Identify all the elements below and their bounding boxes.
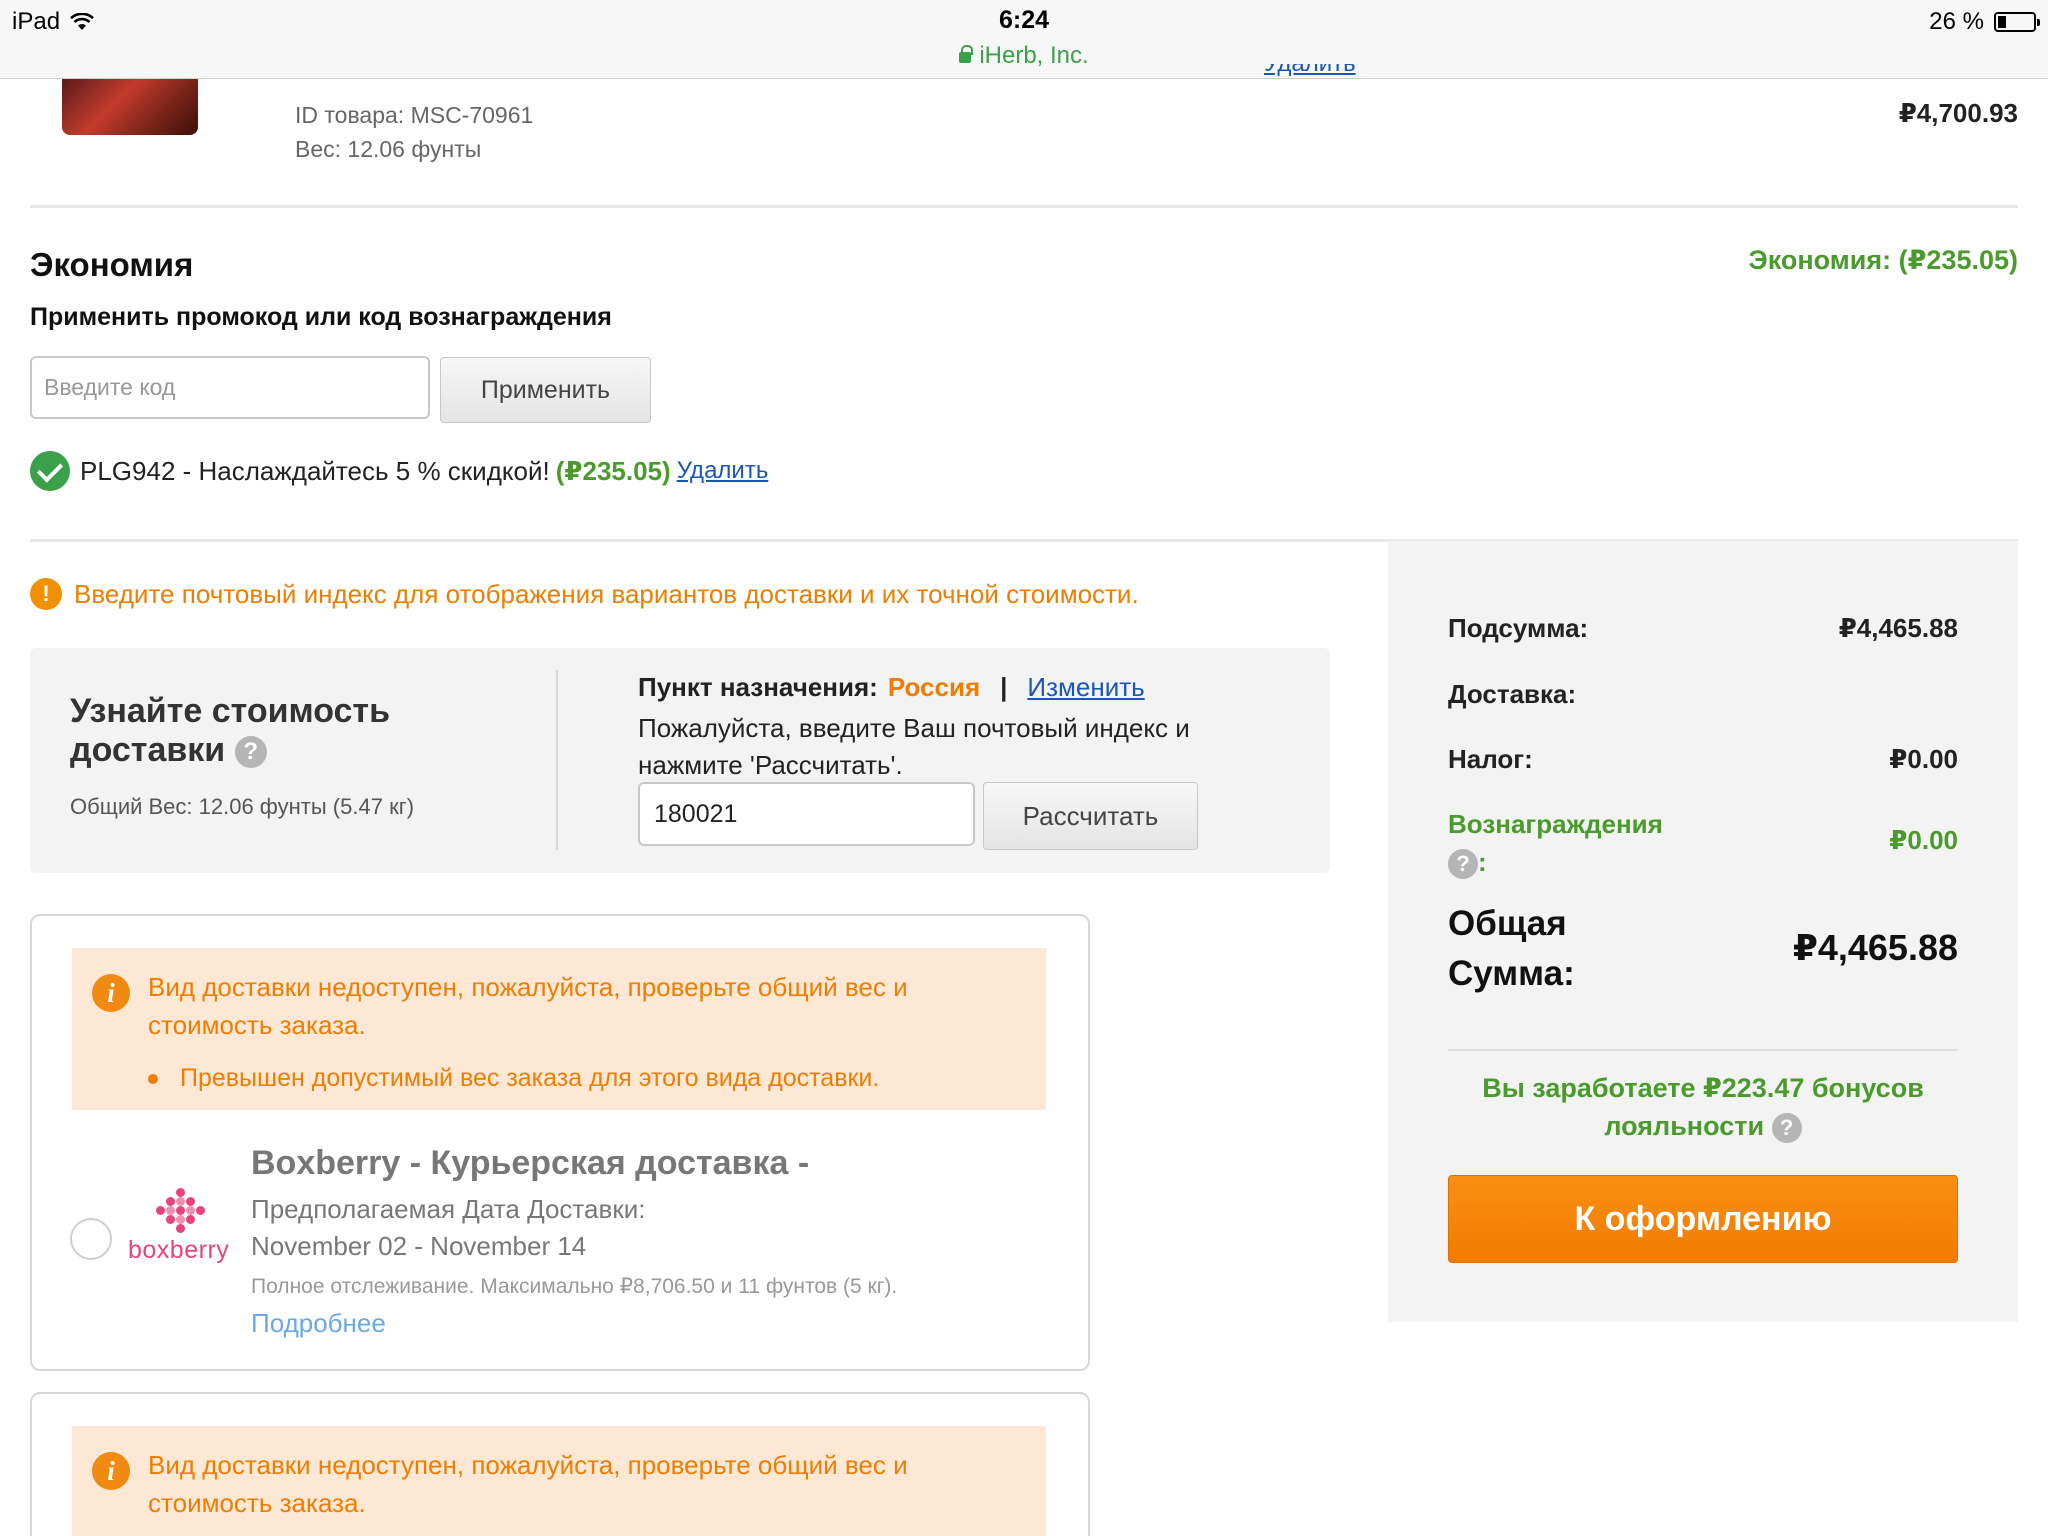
- applied-promo-text: PLG942 - Наслаждайтесь 5 % скидкой!: [80, 455, 550, 486]
- savings-total-label: Экономия:: [1748, 245, 1892, 275]
- subtotal-value: ₽4,465.88: [1838, 613, 1958, 643]
- bullet-icon: [148, 1073, 158, 1084]
- calculate-button[interactable]: Рассчитать: [983, 782, 1198, 850]
- vertical-divider: [556, 670, 558, 850]
- rewards-row: Вознаграждения ?: ₽0.00: [1448, 805, 1958, 881]
- loyalty-text: Вы заработаете ₽223.47 бонусов лояльност…: [1482, 1073, 1924, 1141]
- total-row: Общая Сумма: ₽4,465.88: [1448, 899, 1958, 999]
- divider: [30, 205, 2018, 208]
- destination-country: Россия: [887, 672, 981, 702]
- product-weight-cut: [1928, 64, 2018, 78]
- rewards-label: Вознаграждения: [1448, 809, 1663, 839]
- status-bar: iPad 6:24 iHerb, Inc. 26 %: [0, 0, 2048, 79]
- battery-icon: [1994, 12, 2040, 32]
- shipping-option-card: i Вид доставки недоступен, пожалуйста, п…: [30, 1392, 1090, 1536]
- shipping-calculator: Узнайте стоимость доставки ? Общий Вес: …: [30, 648, 1330, 873]
- savings-total-value: (₽235.05): [1898, 245, 2018, 275]
- product-id: ID товара: MSC-70961: [295, 102, 534, 128]
- zip-instructions: Пожалуйста, введите Ваш почтовый индекс …: [638, 713, 1190, 780]
- more-details-link[interactable]: Подробнее: [251, 1308, 386, 1339]
- boxberry-dots-icon: [156, 1188, 206, 1234]
- lock-icon: [959, 45, 974, 63]
- zip-warning: ! Введите почтовый индекс для отображени…: [30, 578, 1139, 610]
- promo-label: Применить промокод или код вознаграждени…: [30, 303, 612, 331]
- savings-total: Экономия: (₽235.05): [1749, 245, 2019, 276]
- help-icon[interactable]: ?: [1448, 849, 1478, 880]
- total-weight: Общий Вес: 12.06 фунты (5.47 кг): [70, 794, 415, 819]
- tax-row: Налог: ₽0.00: [1448, 744, 1958, 775]
- tracking-info: Полное отслеживание. Максимально ₽8,706.…: [251, 1275, 898, 1298]
- site-name: iHerb, Inc.: [979, 42, 1089, 69]
- promo-code-input[interactable]: [30, 356, 430, 419]
- shipping-label: Доставка:: [1448, 679, 1577, 709]
- unavailable-alert: i Вид доставки недоступен, пожалуйста, п…: [72, 1426, 1046, 1536]
- remove-promo-link[interactable]: Удалить: [677, 457, 769, 485]
- product-price: ₽4,700.93: [1898, 98, 2018, 128]
- zip-warning-text: Введите почтовый индекс для отображения …: [74, 578, 1139, 609]
- shipping-calc-title-text: Узнайте стоимость доставки: [70, 692, 390, 769]
- info-icon: i: [92, 1452, 130, 1490]
- battery-percent: 26 %: [1929, 8, 1984, 35]
- boxberry-logo: boxberry: [128, 1188, 232, 1268]
- destination-label: Пункт назначения:: [638, 672, 878, 702]
- shipping-option-radio[interactable]: [70, 1218, 112, 1260]
- tax-label: Налог:: [1448, 744, 1533, 774]
- zip-code-input[interactable]: [638, 782, 975, 846]
- eta-label: Предполагаемая Дата Доставки:: [251, 1194, 646, 1224]
- destination: Пункт назначения: Россия | Изменить: [638, 672, 1145, 703]
- clock: 6:24: [998, 6, 1050, 34]
- subtotal-row: Подсумма: ₽4,465.88: [1448, 613, 1958, 644]
- alert-text: Вид доставки недоступен, пожалуйста, про…: [148, 972, 908, 1040]
- applied-promo-amount: (₽235.05): [555, 455, 671, 486]
- info-icon: i: [92, 974, 130, 1012]
- alert-text: Вид доставки недоступен, пожалуйста, про…: [148, 1450, 908, 1518]
- order-summary: Подсумма: ₽4,465.88 Доставка: Налог: ₽0.…: [1388, 541, 2018, 1322]
- alert-bullet-text: Превышен допустимый вес заказа для этого…: [180, 1064, 880, 1092]
- subtotal-label: Подсумма:: [1448, 613, 1589, 643]
- help-icon[interactable]: ?: [1771, 1112, 1802, 1143]
- shipping-row: Доставка:: [1448, 679, 1958, 710]
- boxberry-wordmark: boxberry: [128, 1236, 230, 1264]
- eta-dates: November 02 - November 14: [251, 1231, 587, 1261]
- unavailable-alert: i Вид доставки недоступен, пожалуйста, п…: [72, 948, 1046, 1110]
- exclamation-icon: !: [30, 578, 62, 610]
- product-weight: Вес: 12.06 фунты: [295, 136, 482, 162]
- loyalty-bonus: Вы заработаете ₽223.47 бонусов лояльност…: [1448, 1069, 1958, 1145]
- total-value: ₽4,465.88: [1792, 927, 1958, 968]
- applied-promo: PLG942 - Наслаждайтесь 5 % скидкой! (₽23…: [30, 451, 768, 491]
- shipping-option-card: i Вид доставки недоступен, пожалуйста, п…: [30, 914, 1090, 1371]
- divider: [1448, 1049, 1958, 1051]
- tax-value: ₽0.00: [1889, 744, 1958, 774]
- remove-item-link[interactable]: Удалить: [1264, 64, 1364, 78]
- check-icon: [30, 451, 70, 491]
- apply-promo-button[interactable]: Применить: [440, 357, 651, 423]
- savings-title: Экономия: [30, 246, 194, 283]
- product-image[interactable]: [62, 79, 198, 135]
- status-right: 26 %: [1929, 8, 2040, 36]
- separator: |: [1000, 672, 1008, 702]
- rewards-colon: :: [1478, 847, 1487, 877]
- rewards-value: ₽0.00: [1889, 825, 1958, 855]
- help-icon[interactable]: ?: [234, 736, 267, 769]
- alert-bullet: Превышен допустимый вес заказа для этого…: [148, 1064, 879, 1093]
- site-url[interactable]: iHerb, Inc.: [0, 42, 2048, 70]
- shipping-calc-title: Узнайте стоимость доставки ?: [70, 692, 430, 770]
- change-destination-link[interactable]: Изменить: [1027, 672, 1144, 703]
- checkout-button[interactable]: К оформлению: [1448, 1175, 1958, 1263]
- shipping-option-title: Boxberry - Курьерская доставка -: [251, 1144, 810, 1182]
